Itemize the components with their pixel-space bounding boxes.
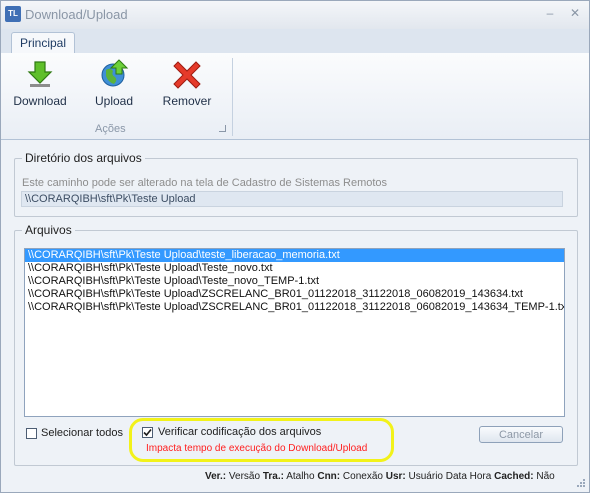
remove-button[interactable]: Remover [156, 59, 218, 111]
status-key-shortcut: Tra.: [262, 471, 284, 482]
status-value-cached: Não [536, 471, 555, 482]
minimize-icon[interactable]: – [542, 5, 558, 21]
title-bar[interactable]: TL Download/Upload – ✕ [1, 1, 589, 29]
status-value-connection: Conexão [342, 471, 383, 482]
status-bar: Ver.: Versão Tra.: Atalho Cnn: Conexão U… [205, 471, 555, 485]
remove-label: Remover [162, 94, 212, 108]
status-key-version: Ver.: [205, 471, 227, 482]
download-label: Download [13, 94, 67, 108]
ribbon-group-divider [232, 58, 233, 136]
list-item[interactable]: \\CORARQIBH\sft\Pk\Teste Upload\Teste_no… [25, 275, 564, 288]
status-key-user: Usr: [385, 471, 406, 482]
tab-principal[interactable]: Principal [11, 32, 75, 54]
cancel-button[interactable]: Cancelar [479, 426, 563, 443]
files-list[interactable]: \\CORARQIBH\sft\Pk\Teste Upload\teste_li… [24, 248, 565, 417]
download-upload-window: TL Download/Upload – ✕ Principal Downloa… [0, 0, 590, 493]
app-logo-icon: TL [5, 6, 21, 22]
directory-hint: Este caminho pode ser alterado na tela d… [22, 177, 388, 189]
download-button[interactable]: Download [9, 59, 71, 111]
status-value-version: Versão [228, 471, 261, 482]
select-all-label[interactable]: Selecionar todos [41, 427, 123, 439]
window-title: Download/Upload [25, 7, 128, 22]
dialog-launcher-icon[interactable] [219, 125, 226, 132]
red-x-icon [173, 61, 201, 89]
directory-legend: Diretório dos arquivos [22, 151, 145, 165]
ribbon-panel: Download Upload Remover Ações [1, 53, 589, 140]
status-key-connection: Cnn: [317, 471, 341, 482]
list-item[interactable]: \\CORARQIBH\sft\Pk\Teste Upload\Teste_no… [25, 262, 564, 275]
list-item[interactable]: \\CORARQIBH\sft\Pk\Teste Upload\ZSCRELAN… [25, 301, 564, 314]
close-icon[interactable]: ✕ [567, 5, 583, 21]
list-item[interactable]: \\CORARQIBH\sft\Pk\Teste Upload\teste_li… [25, 249, 564, 262]
directory-path-field[interactable]: \\CORARQIBH\sft\Pk\Teste Upload [21, 191, 563, 207]
ribbon-tab-strip: Principal [1, 29, 589, 54]
resize-grip-icon[interactable] [577, 479, 585, 487]
list-item[interactable]: \\CORARQIBH\sft\Pk\Teste Upload\ZSCRELAN… [25, 288, 564, 301]
status-key-cached: Cached: [494, 471, 534, 482]
ribbon-group-label: Ações [95, 123, 126, 135]
status-value-shortcut: Atalho [286, 471, 315, 482]
globe-upload-icon [101, 59, 129, 87]
upload-button[interactable]: Upload [83, 59, 145, 111]
select-all-checkbox[interactable] [26, 428, 37, 439]
status-value-user: Usuário Data Hora [408, 471, 492, 482]
highlight-annotation [129, 418, 394, 462]
upload-label: Upload [94, 94, 134, 108]
files-legend: Arquivos [22, 223, 75, 237]
download-arrow-icon [27, 61, 53, 87]
